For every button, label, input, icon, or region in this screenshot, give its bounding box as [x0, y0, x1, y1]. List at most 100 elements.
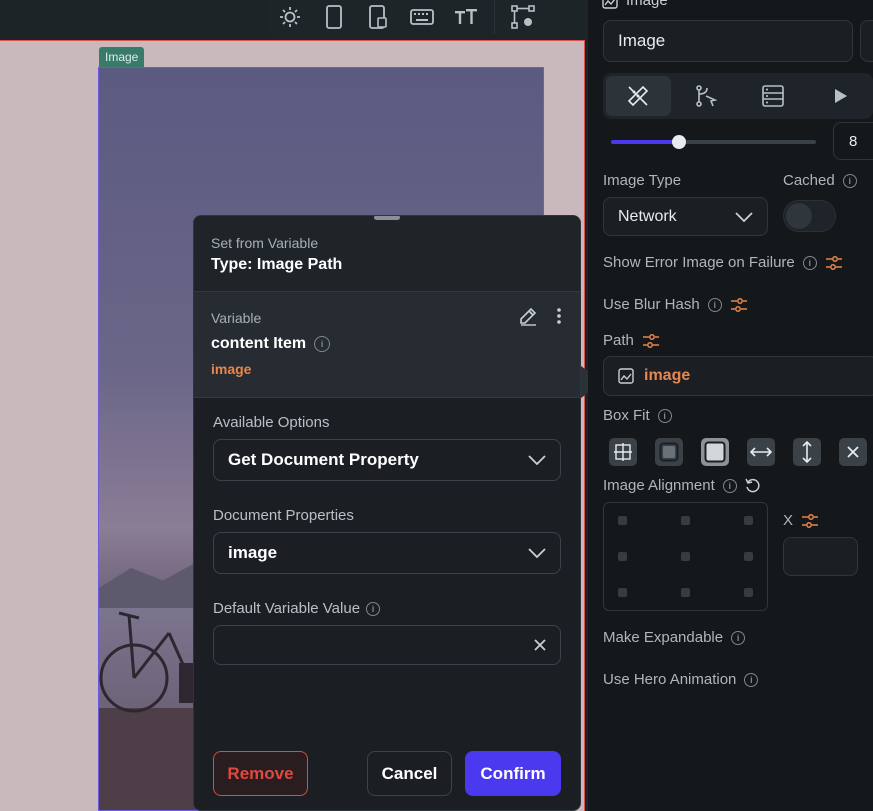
- set-variable-icon[interactable]: [642, 333, 660, 349]
- confirm-button[interactable]: Confirm: [465, 751, 561, 796]
- text-size-icon: [455, 9, 477, 24]
- set-variable-icon[interactable]: [730, 297, 748, 313]
- document-properties-label: Document Properties: [213, 507, 354, 524]
- align-center[interactable]: [681, 552, 690, 561]
- reset-icon[interactable]: [745, 478, 761, 494]
- tab-backend-query[interactable]: [741, 76, 806, 116]
- remove-button[interactable]: Remove: [213, 751, 308, 796]
- fit-height-button[interactable]: [793, 438, 821, 466]
- blur-hash-label: Use Blur Hash: [603, 296, 700, 313]
- cancel-button[interactable]: Cancel: [367, 751, 452, 796]
- path-variable-field[interactable]: image: [603, 356, 873, 396]
- popup-footer: Remove Cancel Confirm: [194, 751, 580, 796]
- info-icon[interactable]: i: [657, 408, 672, 423]
- align-top-left[interactable]: [618, 516, 627, 525]
- set-variable-icon[interactable]: [801, 513, 819, 529]
- available-options-dropdown[interactable]: Get Document Property: [213, 439, 561, 481]
- fit-width-button[interactable]: [747, 438, 775, 466]
- variable-field: image: [211, 361, 252, 377]
- app-root: { "canvas": { "image_tag": "Image" }, "p…: [0, 0, 873, 811]
- align-top-center[interactable]: [681, 516, 690, 525]
- keyboard-button[interactable]: [400, 0, 444, 34]
- variable-summary: Variable content Item i image: [194, 292, 580, 398]
- play-icon: [834, 89, 847, 103]
- align-bottom-center[interactable]: [681, 588, 690, 597]
- available-options-label: Available Options: [213, 414, 330, 431]
- info-icon[interactable]: i: [366, 601, 381, 616]
- tablet-view-button[interactable]: [356, 0, 400, 34]
- toggle-knob: [786, 203, 812, 229]
- info-icon[interactable]: i: [722, 478, 737, 493]
- tab-animations[interactable]: [809, 76, 873, 116]
- widget-name-extra-button[interactable]: [860, 20, 873, 62]
- drag-handle[interactable]: [374, 216, 400, 220]
- fit-fill-button[interactable]: [839, 438, 867, 466]
- fit-cover-button[interactable]: [701, 438, 729, 466]
- info-icon[interactable]: i: [802, 255, 817, 270]
- info-icon[interactable]: i: [842, 173, 857, 188]
- set-variable-popup: Set from Variable Type: Image Path Varia…: [193, 215, 581, 811]
- x-label-row: X: [783, 512, 819, 529]
- align-center-left[interactable]: [618, 552, 627, 561]
- image-icon: [602, 0, 618, 9]
- bezier-select-icon: [511, 5, 535, 29]
- chevron-down-icon: [528, 548, 546, 558]
- edit-pencil-icon[interactable]: [518, 306, 538, 326]
- info-icon[interactable]: i: [744, 672, 759, 687]
- cached-label-row: Cached i: [783, 172, 857, 189]
- sun-icon: [280, 7, 300, 27]
- popup-title: Type: Image Path: [211, 256, 343, 273]
- slider-knob[interactable]: [671, 135, 686, 149]
- tablet-icon: [369, 5, 387, 29]
- info-icon[interactable]: i: [707, 297, 722, 312]
- tab-actions[interactable]: [674, 76, 739, 116]
- show-error-row: Show Error Image on Failure i: [603, 254, 843, 271]
- slider-track[interactable]: [611, 135, 816, 149]
- image-alignment-label: Image Alignment: [603, 477, 715, 494]
- info-icon[interactable]: i: [314, 336, 331, 352]
- make-expandable-label: Make Expandable: [603, 629, 724, 646]
- default-value-input[interactable]: [213, 625, 561, 665]
- cached-label: Cached: [783, 172, 835, 189]
- slider-value-input[interactable]: 8: [833, 122, 873, 160]
- info-icon[interactable]: i: [731, 630, 746, 645]
- cached-toggle[interactable]: [783, 200, 836, 232]
- align-top-right[interactable]: [744, 516, 753, 525]
- tab-properties[interactable]: [606, 76, 671, 116]
- hero-animation-row: Use Hero Animation i: [603, 671, 759, 688]
- document-properties-dropdown[interactable]: image: [213, 532, 561, 574]
- path-label-row: Path: [603, 332, 660, 349]
- variable-label: Variable: [211, 310, 262, 326]
- move-arrows-icon: [614, 443, 632, 461]
- select-mode-button[interactable]: [501, 0, 545, 34]
- light-mode-button[interactable]: [268, 0, 312, 34]
- align-bottom-left[interactable]: [618, 588, 627, 597]
- path-value: image: [644, 367, 691, 384]
- actions-flow-icon: [695, 85, 718, 107]
- fit-none-button[interactable]: [609, 438, 637, 466]
- align-bottom-right[interactable]: [744, 588, 753, 597]
- text-scale-button[interactable]: [444, 0, 488, 34]
- image-type-dropdown[interactable]: Network: [603, 197, 768, 236]
- image-alignment-row: Image Alignment i: [603, 477, 761, 494]
- vertical-arrows-icon: [802, 441, 812, 463]
- keyboard-icon: [410, 9, 434, 25]
- more-vertical-icon[interactable]: [556, 307, 562, 325]
- hero-animation-label: Use Hero Animation: [603, 671, 737, 688]
- slider-fill: [611, 140, 679, 144]
- cover-square-icon: [704, 441, 726, 463]
- fit-contain-button[interactable]: [655, 438, 683, 466]
- image-icon: [618, 368, 634, 384]
- alignment-grid[interactable]: [603, 502, 768, 611]
- path-label: Path: [603, 332, 634, 349]
- clear-x-icon[interactable]: [534, 639, 546, 651]
- align-center-right[interactable]: [744, 552, 753, 561]
- blur-hash-row: Use Blur Hash i: [603, 296, 748, 313]
- panel-header: Image: [602, 0, 668, 9]
- document-properties-value: image: [228, 543, 278, 562]
- variable-name-row: content Item i: [211, 335, 563, 353]
- widget-name-input[interactable]: Image: [603, 20, 853, 62]
- x-alignment-input[interactable]: [783, 537, 858, 576]
- phone-view-button[interactable]: [312, 0, 356, 34]
- set-variable-icon[interactable]: [825, 255, 843, 271]
